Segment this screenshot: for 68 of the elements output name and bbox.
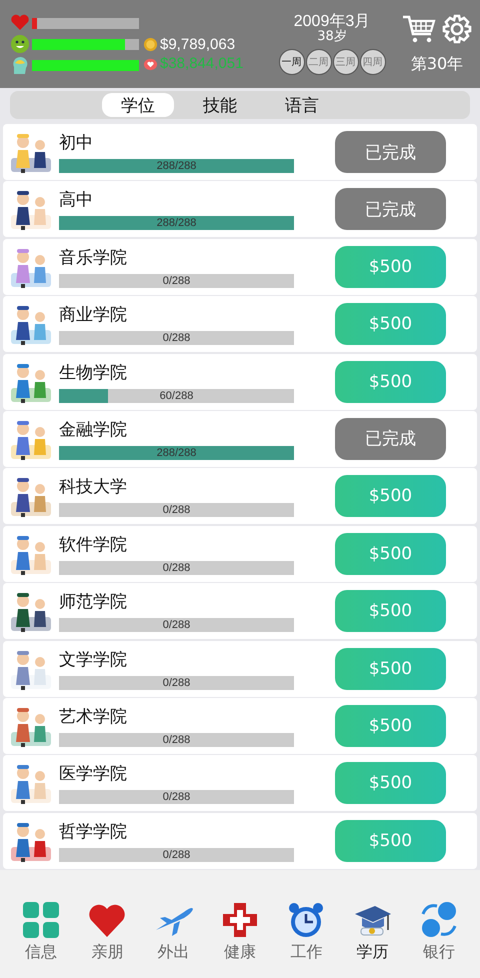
cart-icon <box>402 14 436 44</box>
progress-text: 0/288 <box>162 676 192 690</box>
progress-text: 288/288 <box>156 216 198 230</box>
progress-text: 288/288 <box>156 446 198 460</box>
settings-button[interactable] <box>442 14 472 44</box>
completed-button[interactable]: 已完成 <box>335 418 446 460</box>
course-name: 商业学院 <box>59 304 128 328</box>
nav-item[interactable]: 学历 <box>352 900 393 963</box>
year-label: 第30年 <box>410 54 464 74</box>
heart-icon <box>10 13 30 33</box>
price-button[interactable]: $500 <box>335 360 446 403</box>
price-button[interactable]: $500 <box>335 532 446 575</box>
course-name: 软件学院 <box>59 534 128 557</box>
tab[interactable]: 语言 <box>266 93 338 117</box>
progress-text: 0/288 <box>162 560 192 575</box>
course-name: 师范学院 <box>59 591 128 614</box>
price-button[interactable]: $500 <box>335 590 446 632</box>
course-name: 初中 <box>59 132 94 155</box>
price-button[interactable]: $500 <box>335 820 446 862</box>
nav-item[interactable]: 工作 <box>286 900 326 963</box>
progress-text: 288/288 <box>156 159 198 173</box>
progress-text: 0/288 <box>162 503 192 518</box>
price-button[interactable]: $500 <box>335 762 446 804</box>
cart-button[interactable] <box>402 14 436 44</box>
piggy-bank-icon <box>143 56 158 71</box>
week-button[interactable]: 三周 <box>332 49 358 75</box>
settings-icon <box>442 14 472 44</box>
course-name: 生物学院 <box>59 362 128 385</box>
nav-item[interactable]: 银行 <box>418 900 459 963</box>
tab[interactable]: 技能 <box>184 93 256 117</box>
completed-button[interactable]: 已完成 <box>335 188 446 230</box>
progress-text: 0/288 <box>162 848 192 862</box>
progress-text: 0/288 <box>162 274 192 288</box>
nav-item[interactable]: 外出 <box>154 900 194 963</box>
money-amount: $38,844,051 <box>160 55 244 72</box>
price-button[interactable]: $500 <box>335 303 446 346</box>
course-name: 哲学学院 <box>59 820 128 844</box>
age-label: 38岁 <box>317 30 347 44</box>
week-button[interactable]: 一周 <box>278 49 304 75</box>
nav-item[interactable]: 亲朋 <box>87 900 128 963</box>
week-button[interactable]: 二周 <box>306 49 332 75</box>
completed-button[interactable]: 已完成 <box>335 131 446 173</box>
price-button[interactable]: $500 <box>335 246 446 288</box>
grid-icon <box>21 900 62 940</box>
progress-text: 0/288 <box>162 618 192 632</box>
nav-item[interactable]: 信息 <box>21 900 62 963</box>
course-name: 音乐学院 <box>59 246 128 270</box>
progress-text: 60/288 <box>158 388 194 403</box>
course-name: 科技大学 <box>59 476 128 500</box>
progress-text: 0/288 <box>162 331 192 346</box>
course-name: 艺术学院 <box>59 706 128 729</box>
price-button[interactable]: $500 <box>335 704 446 747</box>
price-button[interactable]: $500 <box>335 648 446 690</box>
progress-text: 0/288 <box>162 732 192 747</box>
game-date: 2009年3月 <box>294 13 370 30</box>
progress-text: 0/288 <box>162 790 192 804</box>
coin-icon <box>143 37 158 52</box>
tab[interactable]: 学位 <box>102 93 174 117</box>
currency-exchange-icon <box>418 900 459 940</box>
price-button[interactable]: $500 <box>335 475 446 518</box>
course-name: 文学学院 <box>59 648 128 672</box>
course-name: 高中 <box>59 189 94 212</box>
nav-item[interactable]: 健康 <box>220 900 260 963</box>
course-name: 金融学院 <box>59 418 128 442</box>
week-button[interactable]: 四周 <box>360 49 386 75</box>
course-name: 医学学院 <box>59 763 128 786</box>
smiley-icon <box>10 34 30 54</box>
money-amount: $9,789,063 <box>160 36 236 53</box>
